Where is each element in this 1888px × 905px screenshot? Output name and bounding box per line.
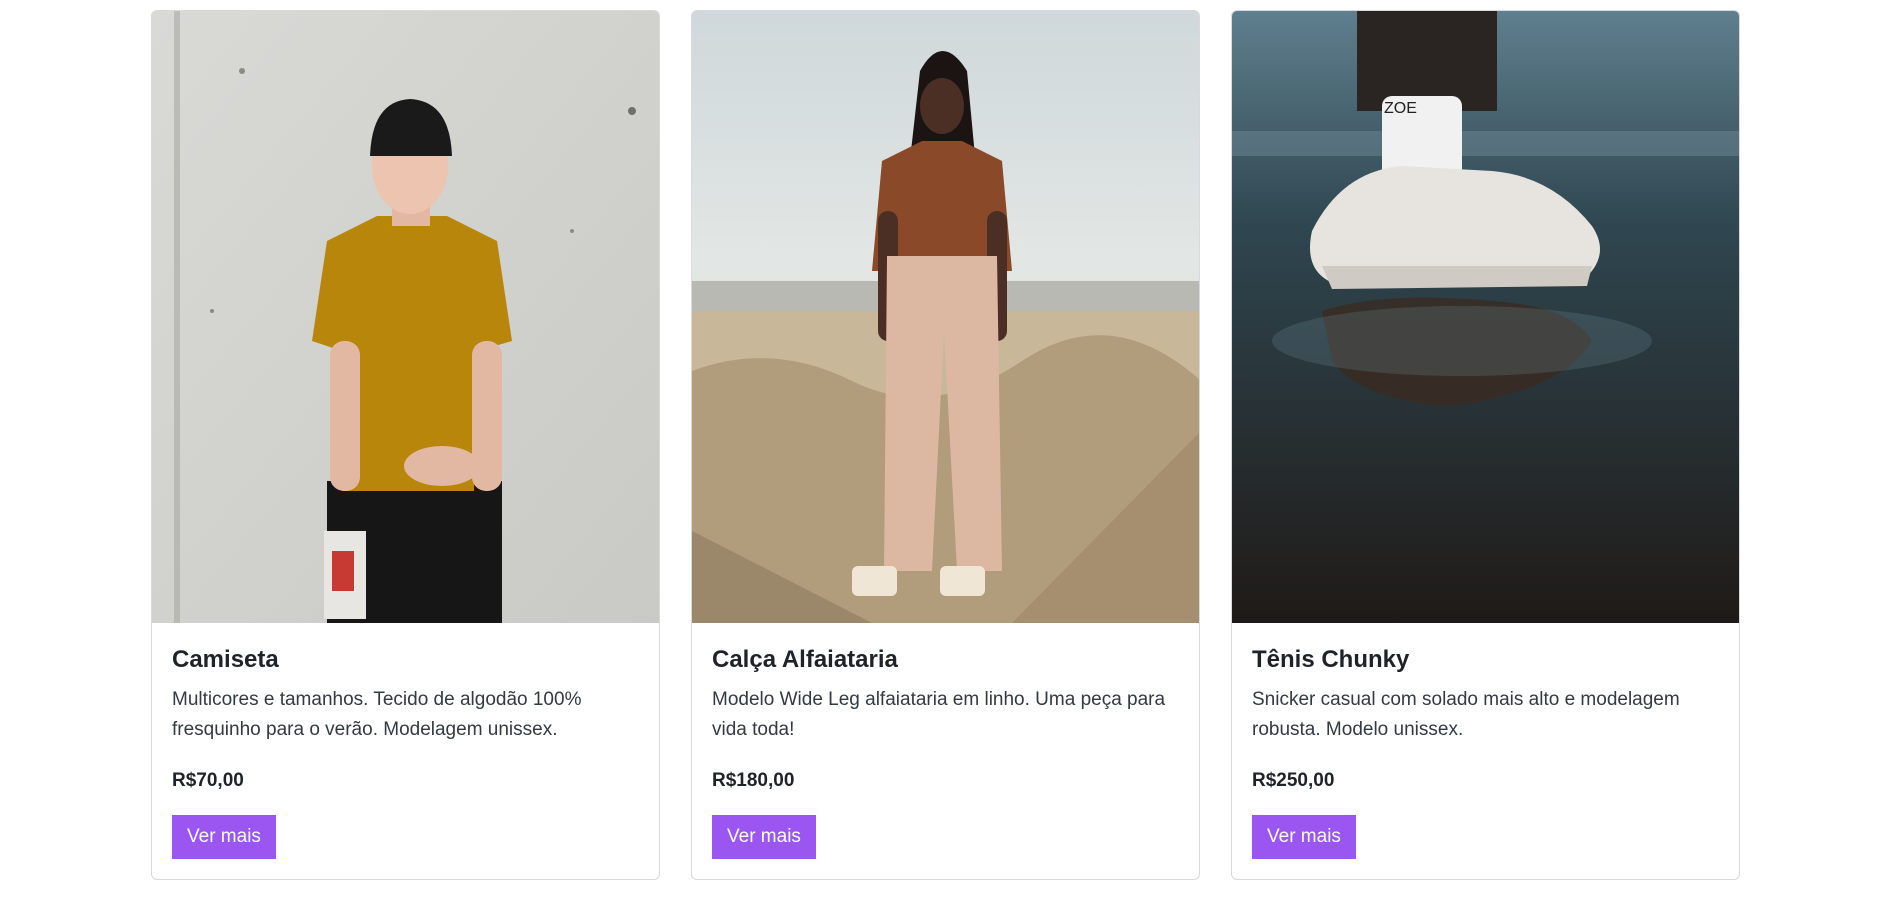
product-title: Calça Alfaiataria (712, 646, 898, 673)
product-card-camiseta: Camiseta Multicores e tamanhos. Tecido d… (151, 10, 660, 880)
ver-mais-button[interactable]: Ver mais (1252, 815, 1356, 859)
product-description: Multicores e tamanhos. Tecido de algodão… (172, 689, 582, 740)
product-grid: Camiseta Multicores e tamanhos. Tecido d… (151, 10, 1741, 880)
product-image-tenis-chunky: ZOE (1232, 11, 1739, 623)
product-card-body: Camiseta Multicores e tamanhos. Tecido d… (152, 623, 659, 859)
product-card-calca-alfaiataria: Calça Alfaiataria Modelo Wide Leg alfaia… (691, 10, 1200, 880)
product-price: R$70,00 (172, 770, 244, 791)
product-price: R$250,00 (1252, 770, 1335, 791)
product-description: Modelo Wide Leg alfaiataria em linho. Um… (712, 689, 1166, 740)
product-image-calca-alfaiataria (692, 11, 1199, 623)
product-card-tenis-chunky: ZOE Tênis Chunky Snicker casual com sola… (1231, 10, 1740, 880)
product-title: Tênis Chunky (1252, 646, 1410, 673)
product-card-body: Tênis Chunky Snicker casual com solado m… (1232, 623, 1739, 859)
product-card-body: Calça Alfaiataria Modelo Wide Leg alfaia… (692, 623, 1199, 859)
ver-mais-button[interactable]: Ver mais (172, 815, 276, 859)
product-image-camiseta (152, 11, 659, 623)
product-price: R$180,00 (712, 770, 795, 791)
sock-text: ZOE (1384, 100, 1417, 117)
product-title: Camiseta (172, 646, 279, 673)
ver-mais-button[interactable]: Ver mais (712, 815, 816, 859)
product-description: Snicker casual com solado mais alto e mo… (1252, 689, 1680, 740)
